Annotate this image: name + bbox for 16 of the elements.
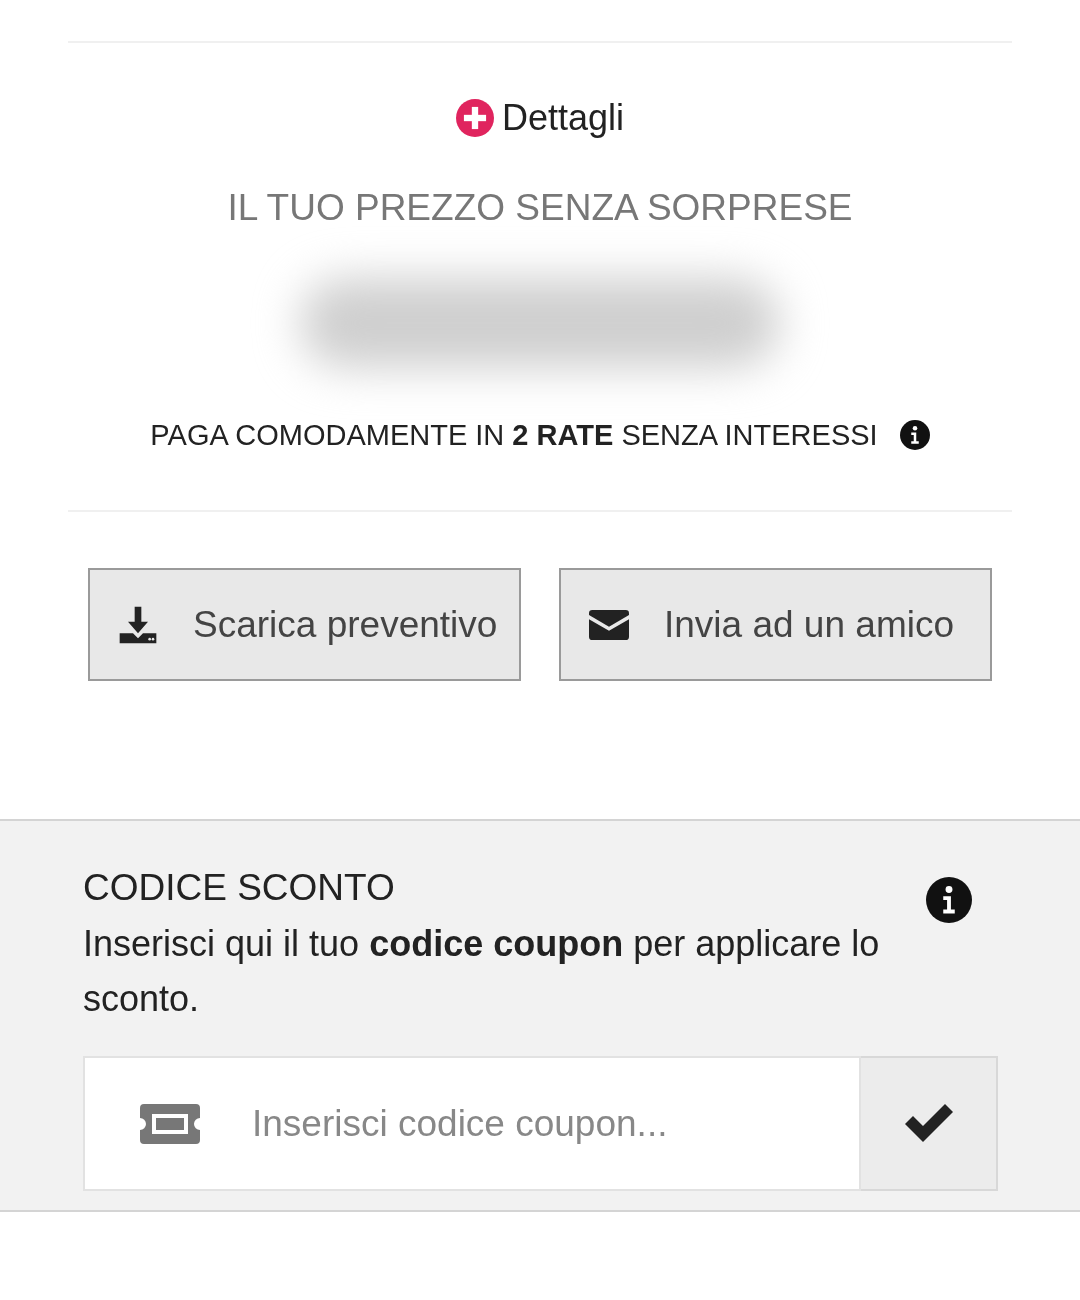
envelope-icon [589,609,629,640]
coupon-description: Inserisci qui il tuo codice coupon per applicare lo sconto. [83,922,881,1021]
coupon-field[interactable]: Inserisci codice coupon... [83,1056,861,1191]
info-icon[interactable] [899,420,930,450]
coupon-title: CODICE SCONTO [83,869,396,906]
details-toggle[interactable]: Dettagli [455,99,625,137]
coupon-input[interactable]: Inserisci codice coupon... [252,1095,859,1152]
installments-text: PAGA COMODAMENTE IN 2 RATE SENZA INTERESSI [150,420,878,450]
download-quote-button[interactable]: Scarica preventivo [88,568,521,681]
price-heading: IL TUO PREZZO SENZA SORPRESE [227,189,853,226]
ticket-icon [140,1103,200,1144]
send-to-friend-button[interactable]: Invia ad un amico [559,568,992,681]
plus-circle-icon [455,99,494,137]
info-icon[interactable] [926,877,972,923]
download-icon [118,604,158,645]
apply-coupon-button[interactable] [861,1056,998,1191]
